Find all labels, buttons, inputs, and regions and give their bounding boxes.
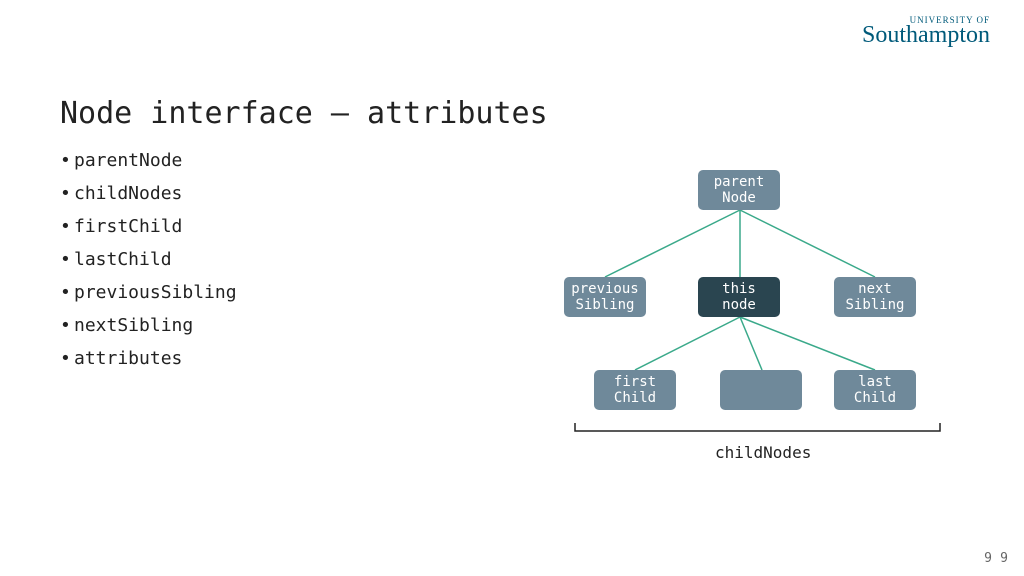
list-item: •lastChild (60, 249, 237, 270)
node-label: previous (564, 281, 646, 297)
childnodes-bracket-label: childNodes (715, 443, 811, 462)
list-item: •nextSibling (60, 315, 237, 336)
node-last-child: last Child (834, 370, 916, 410)
node-previous-sibling: previous Sibling (564, 277, 646, 317)
node-label: this (698, 281, 780, 297)
attributes-list: •parentNode •childNodes •firstChild •las… (60, 150, 237, 381)
logo-line2: Southampton (862, 23, 990, 47)
page-number: 9 (1000, 551, 1008, 566)
list-item-label: attributes (74, 348, 182, 369)
list-item-label: previousSibling (74, 282, 237, 303)
list-item: •parentNode (60, 150, 237, 171)
list-item-label: firstChild (74, 216, 182, 237)
node-label: next (834, 281, 916, 297)
list-item: •childNodes (60, 183, 237, 204)
node-this: this node (698, 277, 780, 317)
university-logo: UNIVERSITY OF Southampton (862, 16, 990, 47)
node-label: Sibling (834, 297, 916, 313)
page-title: Node interface – attributes (60, 96, 548, 131)
list-item-label: parentNode (74, 150, 182, 171)
node-tree-diagram: parent Node previous Sibling this node n… (540, 165, 970, 485)
node-label: node (698, 297, 780, 313)
page-number: 9 (984, 551, 992, 566)
list-item-label: childNodes (74, 183, 182, 204)
node-label: parent (698, 174, 780, 190)
list-item-label: lastChild (74, 249, 172, 270)
tree-edges (540, 165, 970, 485)
node-label: first (594, 374, 676, 390)
node-label: Node (698, 190, 780, 206)
node-next-sibling: next Sibling (834, 277, 916, 317)
node-parent: parent Node (698, 170, 780, 210)
node-middle-child (720, 370, 802, 410)
node-label: Child (594, 390, 676, 406)
list-item-label: nextSibling (74, 315, 193, 336)
node-label: Child (834, 390, 916, 406)
node-label: Sibling (564, 297, 646, 313)
list-item: •attributes (60, 348, 237, 369)
list-item: •firstChild (60, 216, 237, 237)
node-label: last (834, 374, 916, 390)
list-item: •previousSibling (60, 282, 237, 303)
node-first-child: first Child (594, 370, 676, 410)
